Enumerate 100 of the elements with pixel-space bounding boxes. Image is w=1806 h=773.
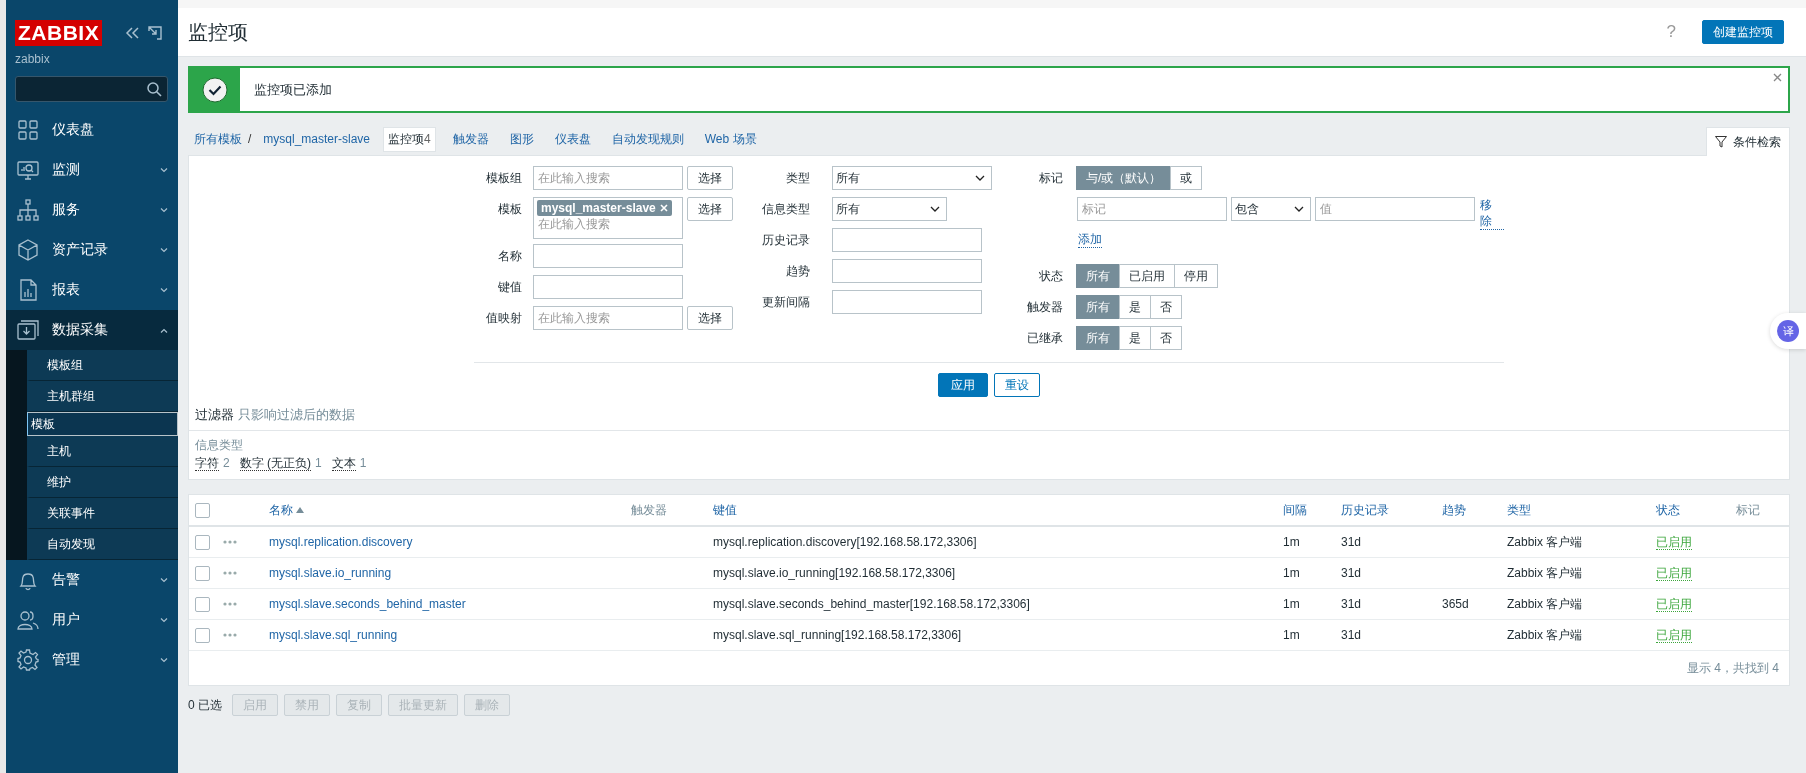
more-icon[interactable] <box>223 540 237 544</box>
radio-option[interactable]: 所有 <box>1076 295 1120 319</box>
breadcrumb-link[interactable]: 所有模板 <box>194 130 242 148</box>
operator-select[interactable]: 包含 <box>1230 197 1312 221</box>
add-link[interactable]: 添加 <box>1078 230 1102 248</box>
subfilter-link[interactable]: 数字 (无正负) <box>239 456 311 471</box>
tab[interactable]: 仪表盘 <box>550 127 595 151</box>
status-link[interactable]: 已启用 <box>1656 534 1692 550</box>
expand-icon[interactable] <box>148 26 163 40</box>
text-field[interactable] <box>832 290 982 314</box>
radio-option[interactable]: 否 <box>1150 295 1182 319</box>
menu-item[interactable]: 管理 <box>6 640 178 680</box>
radio-option[interactable]: 是 <box>1119 326 1151 350</box>
select-button[interactable]: 选择 <box>687 197 733 221</box>
submenu-item[interactable]: 关联事件 <box>27 498 178 529</box>
select-field[interactable]: 所有 <box>832 197 947 221</box>
column-header[interactable]: 间隔 <box>1283 501 1307 519</box>
select-all-checkbox[interactable] <box>195 502 210 518</box>
breadcrumb-separator: / <box>248 132 252 146</box>
reset-button[interactable]: 重设 <box>994 373 1040 397</box>
tab[interactable]: 自动发现规则 <box>607 127 688 151</box>
text-field[interactable] <box>832 259 982 283</box>
column-header[interactable]: 键值 <box>713 501 737 519</box>
menu-item[interactable]: 数据采集 <box>6 310 178 350</box>
status-link[interactable]: 已启用 <box>1656 627 1692 643</box>
subfilter-link[interactable]: 字符 <box>195 456 219 471</box>
item-name-link[interactable]: mysql.slave.sql_running <box>269 628 398 642</box>
text-field[interactable] <box>533 275 683 299</box>
menu-item[interactable]: 服务 <box>6 190 178 230</box>
submenu-item[interactable]: 主机群组 <box>27 381 178 412</box>
row-checkbox[interactable] <box>195 596 210 612</box>
select-button[interactable]: 选择 <box>687 166 733 190</box>
filter-tab[interactable]: 条件检索 <box>1706 127 1790 156</box>
menu-item[interactable]: 告警 <box>6 560 178 600</box>
menu-item[interactable]: 报表 <box>6 270 178 310</box>
tree-icon <box>17 199 39 221</box>
radio-option[interactable]: 停用 <box>1174 264 1218 288</box>
submenu-item[interactable]: 维护 <box>27 467 178 498</box>
text-field[interactable] <box>832 228 982 252</box>
submenu-item[interactable]: 模板 <box>27 412 178 436</box>
search-icon[interactable] <box>147 81 162 97</box>
tab[interactable]: 触发器 <box>448 127 493 151</box>
row-checkbox[interactable] <box>195 565 210 581</box>
cube-icon <box>17 239 39 261</box>
create-item-button[interactable]: 创建监控项 <box>1702 20 1784 44</box>
tab[interactable]: 图形 <box>505 127 538 151</box>
field-label: 标记 <box>1038 170 1063 187</box>
more-icon[interactable] <box>223 571 237 575</box>
more-icon[interactable] <box>223 633 237 637</box>
text-field[interactable] <box>533 244 683 268</box>
multiselect-field[interactable]: mysql_master-slave 在此输入搜索 <box>533 197 683 239</box>
row-checkbox[interactable] <box>195 534 210 550</box>
tab[interactable]: Web 场景 <box>700 127 761 151</box>
column-header[interactable]: 趋势 <box>1442 501 1466 519</box>
logo[interactable]: ZABBIX <box>15 20 103 46</box>
selected-tag[interactable]: mysql_master-slave <box>537 200 672 216</box>
subfilter-link[interactable]: 文本 <box>331 456 356 471</box>
status-link[interactable]: 已启用 <box>1656 596 1692 612</box>
submenu-item[interactable]: 模板组 <box>27 350 178 381</box>
menu-item[interactable]: 仪表盘 <box>6 110 178 150</box>
more-icon[interactable] <box>223 602 237 606</box>
row-checkbox[interactable] <box>195 627 210 643</box>
radio-option[interactable]: 已启用 <box>1119 264 1175 288</box>
table-cell: 365d <box>1442 597 1469 611</box>
radio-option[interactable]: 否 <box>1150 326 1182 350</box>
radio-option[interactable]: 或 <box>1170 166 1203 190</box>
item-name-link[interactable]: mysql.slave.io_running <box>269 566 392 580</box>
collapse-icon[interactable] <box>124 26 141 40</box>
select-field[interactable]: 所有 <box>832 166 992 190</box>
search-field[interactable] <box>15 76 168 102</box>
menu-item[interactable]: 用户 <box>6 600 178 640</box>
radio-option[interactable]: 是 <box>1119 295 1151 319</box>
radio-option[interactable]: 所有 <box>1076 264 1120 288</box>
table-cell: 1m <box>1283 566 1300 580</box>
remove-link[interactable]: 移除 <box>1480 197 1504 230</box>
select-button[interactable]: 选择 <box>687 306 733 330</box>
menu-item[interactable]: 资产记录 <box>6 230 178 270</box>
column-header[interactable]: 状态 <box>1656 501 1680 519</box>
menu-item[interactable]: 监测 <box>6 150 178 190</box>
item-name-link[interactable]: mysql.slave.seconds_behind_master <box>269 597 466 611</box>
remove-icon[interactable] <box>659 204 668 212</box>
field-label: 模板 <box>497 201 522 218</box>
submenu-item[interactable]: 主机 <box>27 436 178 467</box>
field-label: 值映射 <box>485 310 522 327</box>
column-header[interactable]: 类型 <box>1507 501 1531 519</box>
tab[interactable]: 监控项4 <box>383 126 436 152</box>
status-link[interactable]: 已启用 <box>1656 565 1692 581</box>
apply-button[interactable]: 应用 <box>938 373 988 397</box>
translate-button[interactable]: 译 <box>1770 313 1806 349</box>
filter-title: 过滤器 <box>195 408 234 422</box>
submenu-item[interactable]: 自动发现 <box>27 529 178 560</box>
column-header[interactable]: 名称 <box>269 501 293 519</box>
item-name-link[interactable]: mysql.replication.discovery <box>269 535 413 549</box>
radio-option[interactable]: 所有 <box>1076 326 1120 350</box>
close-icon[interactable] <box>1773 73 1782 82</box>
radio-option[interactable]: 与/或（默认） <box>1076 166 1172 190</box>
breadcrumb-link[interactable]: mysql_master-slave <box>263 132 371 146</box>
column-header[interactable]: 历史记录 <box>1341 501 1389 519</box>
table-cell: mysql.slave.io_running[192.168.58.172,3306] <box>713 566 956 580</box>
monitor-icon <box>17 159 39 181</box>
